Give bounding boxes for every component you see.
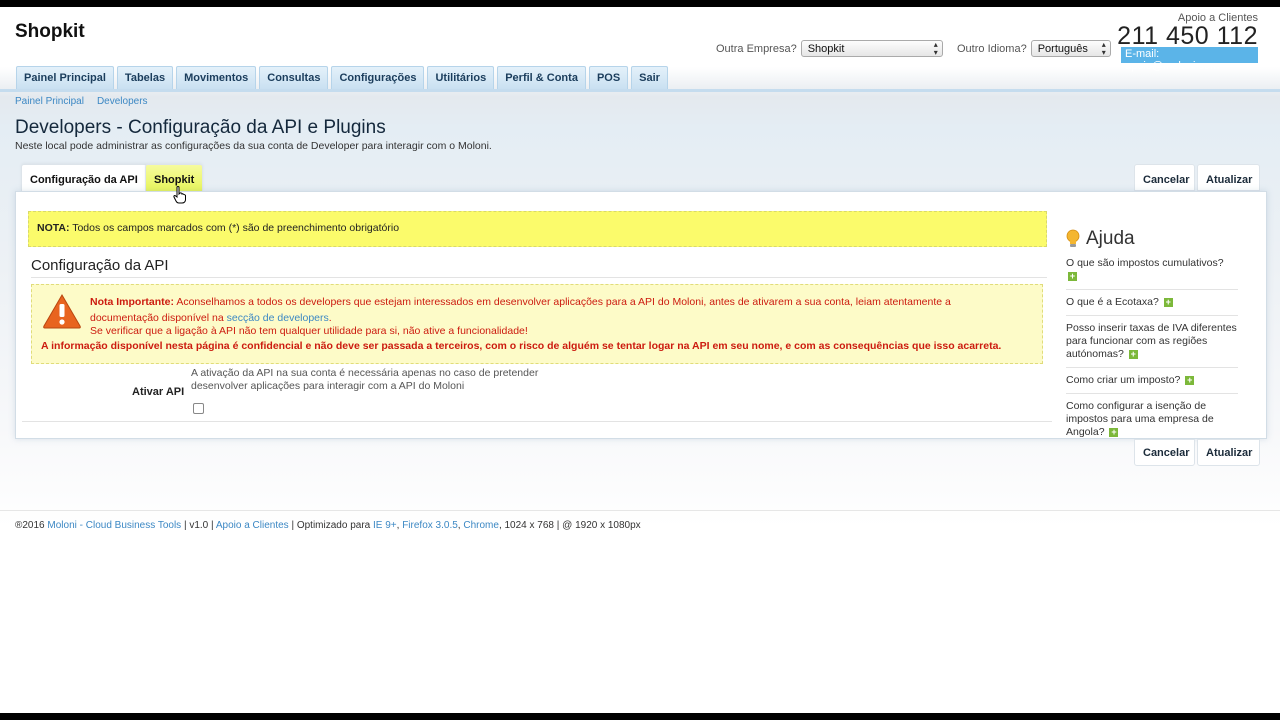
- footer-chrome-link[interactable]: Chrome: [463, 520, 499, 531]
- page-title: Developers - Configuração da API e Plugi…: [15, 117, 386, 138]
- activate-api-label: Ativar API: [132, 386, 185, 398]
- nav-pos[interactable]: POS: [588, 66, 629, 89]
- page-subtitle: Neste local pode administrar as configur…: [15, 140, 492, 152]
- language-select[interactable]: Português ▴ ▾: [1030, 39, 1111, 57]
- company-select[interactable]: Shopkit ▴ ▾: [800, 39, 943, 57]
- help-item-text: Como criar um imposto?: [1066, 374, 1181, 386]
- cancel-button-top[interactable]: Cancelar: [1134, 164, 1195, 191]
- footer-ie-link[interactable]: IE 9+: [373, 520, 397, 531]
- footer-optimized: | Optimizado para: [291, 520, 371, 531]
- tab-configuracao-api[interactable]: Configuração da API: [21, 164, 147, 191]
- breadcrumb: Painel Principal Developers: [15, 96, 148, 107]
- warning-line-3: A informação disponível nesta página é c…: [41, 340, 1002, 352]
- expand-plus-icon[interactable]: +: [1185, 375, 1195, 385]
- help-title: Ajuda: [1066, 228, 1238, 250]
- update-button-top[interactable]: Atualizar: [1197, 164, 1260, 191]
- support-email[interactable]: E-mail: apoio@moloni.com: [1121, 47, 1258, 72]
- help-item[interactable]: Como configurar a isenção de impostos pa…: [1066, 397, 1238, 445]
- footer-resolution: , 1024 x 768 | @ 1920 x 1080px: [498, 520, 641, 531]
- footer-divider: [0, 510, 1280, 511]
- warning-icon: [43, 294, 81, 329]
- warning-line-2: Se verificar que a ligação à API não tem…: [90, 325, 528, 337]
- nav-underline: [0, 89, 1280, 92]
- warning-text-1-end: .: [328, 311, 332, 324]
- help-title-text: Ajuda: [1086, 228, 1135, 249]
- help-item[interactable]: O que é a Ecotaxa? +: [1066, 293, 1238, 316]
- expand-plus-icon[interactable]: +: [1068, 271, 1077, 281]
- main-panel: NOTA: Todos os campos marcados com (*) s…: [15, 191, 1267, 439]
- section-divider: [31, 277, 1047, 278]
- developers-section-link[interactable]: secção de developers: [227, 312, 329, 324]
- company-select-value: Shopkit: [807, 42, 845, 55]
- expand-plus-icon[interactable]: +: [1128, 349, 1138, 359]
- select-arrows-icon: ▴ ▾: [933, 39, 938, 57]
- required-fields-note: NOTA: Todos os campos marcados com (*) s…: [28, 211, 1047, 247]
- nav-consultas[interactable]: Consultas: [259, 66, 329, 89]
- help-item[interactable]: O que são impostos cumulativos? +: [1066, 254, 1238, 290]
- warning-label: Nota Importante:: [90, 296, 174, 308]
- note-text: Todos os campos marcados com (*) são de …: [72, 222, 400, 234]
- activate-api-help: A ativação da API na sua conta é necessá…: [191, 367, 539, 392]
- nav-configuracoes[interactable]: Configurações: [331, 66, 425, 89]
- field-divider: [22, 421, 1052, 422]
- help-item[interactable]: Posso inserir taxas de IVA diferentes pa…: [1066, 319, 1238, 368]
- help-item-text: Posso inserir taxas de IVA diferentes pa…: [1066, 322, 1237, 360]
- important-warning: Nota Importante: Aconselhamos a todos os…: [31, 284, 1043, 364]
- main-nav: Painel Principal Tabelas Movimentos Cons…: [16, 66, 668, 89]
- lightbulb-icon: [1066, 229, 1080, 247]
- language-label: Outro Idioma?: [957, 42, 1027, 55]
- nav-painel-principal[interactable]: Painel Principal: [16, 66, 114, 89]
- nav-utilitarios[interactable]: Utilitários: [427, 66, 495, 89]
- help-item-text: Como configurar a isenção de impostos pa…: [1066, 400, 1214, 438]
- footer-brand-link[interactable]: Moloni - Cloud Business Tools: [47, 520, 181, 531]
- select-arrows-icon: ▴ ▾: [1101, 39, 1106, 57]
- company-label: Outra Empresa?: [716, 42, 797, 55]
- cancel-button-bottom[interactable]: Cancelar: [1134, 439, 1195, 466]
- footer: ®2016 Moloni - Cloud Business Tools | v1…: [15, 520, 641, 531]
- nav-perfil-conta[interactable]: Perfil & Conta: [497, 66, 586, 89]
- language-switcher: Outro Idioma? Português ▴ ▾: [957, 40, 1111, 57]
- section-title: Configuração da API: [31, 257, 169, 274]
- app-logo[interactable]: Shopkit: [15, 21, 85, 43]
- footer-version: | v1.0 |: [183, 520, 214, 531]
- breadcrumb-developers[interactable]: Developers: [97, 96, 148, 107]
- breadcrumb-painel-principal[interactable]: Painel Principal: [15, 96, 84, 107]
- help-item-text: O que são impostos cumulativos?: [1066, 257, 1224, 269]
- footer-copyright: ®2016: [15, 520, 45, 531]
- update-button-bottom[interactable]: Atualizar: [1197, 439, 1260, 466]
- language-select-value: Português: [1037, 42, 1088, 55]
- help-sidebar: Ajuda O que são impostos cumulativos? + O…: [1066, 228, 1238, 448]
- help-item[interactable]: Como criar um imposto? +: [1066, 371, 1238, 394]
- warning-line-1: Nota Importante: Aconselhamos a todos os…: [90, 295, 990, 326]
- expand-plus-icon[interactable]: +: [1109, 427, 1119, 437]
- expand-plus-icon[interactable]: +: [1163, 297, 1173, 307]
- pointer-hand-icon: [173, 186, 186, 204]
- company-switcher: Outra Empresa? Shopkit ▴ ▾: [716, 40, 943, 57]
- footer-firefox-link[interactable]: Firefox 3.0.5: [402, 520, 458, 531]
- nav-sair[interactable]: Sair: [631, 66, 668, 89]
- app-window: Shopkit Outra Empresa? Shopkit ▴ ▾ Outro …: [0, 7, 1280, 713]
- help-item-text: O que é a Ecotaxa?: [1066, 296, 1159, 308]
- nav-movimentos[interactable]: Movimentos: [176, 66, 257, 89]
- activate-api-checkbox[interactable]: [193, 403, 204, 414]
- warning-text-1: Aconselhamos a todos os developers que e…: [90, 296, 951, 324]
- note-label: NOTA:: [37, 222, 70, 234]
- footer-support-link[interactable]: Apoio a Clientes: [216, 520, 289, 531]
- nav-tabelas[interactable]: Tabelas: [116, 66, 174, 89]
